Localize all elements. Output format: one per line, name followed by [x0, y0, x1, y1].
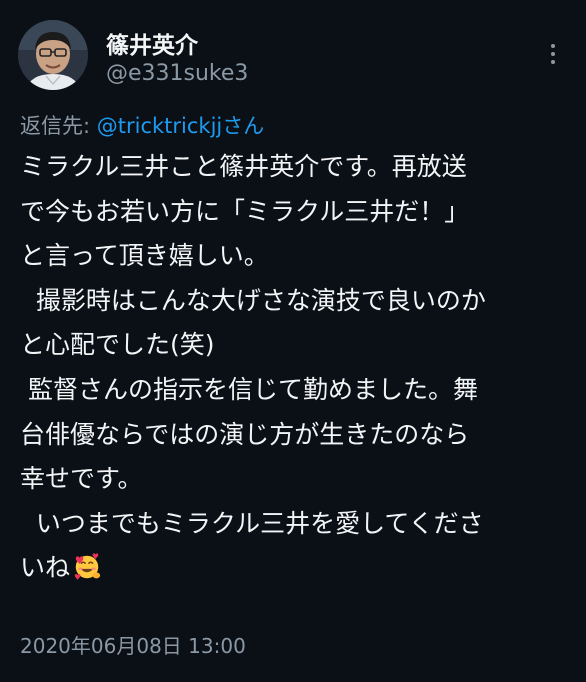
avatar[interactable]: [18, 20, 88, 90]
reply-to-label: 返信先:: [20, 114, 97, 138]
tweet-line-text: いね: [20, 553, 71, 583]
display-name[interactable]: 篠井英介: [106, 26, 198, 60]
more-options-button[interactable]: [540, 36, 566, 72]
tweet-card: 篠井英介 @e331suke3 返信先: @tricktrickjjさん ミラク…: [0, 0, 586, 682]
tweet-line: と心配でした(笑): [20, 330, 215, 360]
tweet-line: 幸せです。: [20, 464, 143, 494]
tweet-line: 台俳優ならではの演じ方が生きたのなら: [20, 419, 470, 449]
reply-mention-link[interactable]: @tricktrickjjさん: [97, 114, 265, 138]
smiling-face-with-hearts-icon: [74, 553, 101, 581]
tweet-line: ミラクル三井こと篠井英介です。再放送: [20, 152, 467, 181]
reply-to-line: 返信先: @tricktrickjjさん: [20, 110, 264, 140]
avatar-image: [18, 20, 88, 90]
tweet-line: 撮影時はこんな大げさな演技で良いのか: [20, 285, 486, 315]
reply-mention-suffix[interactable]: さん: [222, 114, 264, 138]
more-vertical-icon-dot: [551, 60, 555, 64]
tweet-text: ミラクル三井こと篠井英介です。再放送 で今もお若い方に「ミラクル三井だ！」 と言…: [20, 145, 580, 591]
more-vertical-icon: [551, 44, 555, 48]
tweet-line: で今もお若い方に「ミラクル三井だ！」: [20, 196, 470, 226]
user-handle[interactable]: @e331suke3: [106, 61, 248, 86]
tweet-line: いつまでもミラクル三井を愛してくださ: [20, 508, 484, 538]
reply-mention-handle[interactable]: @tricktrickjj: [97, 114, 223, 138]
tweet-timestamp[interactable]: 2020年06月08日 13:00: [20, 630, 246, 659]
more-vertical-icon-dot: [551, 52, 555, 56]
tweet-last-line: いね: [20, 546, 580, 591]
tweet-line: 監督さんの指示を信じて勤めました。舞: [20, 374, 478, 404]
tweet-line: と言って頂き嬉しい。: [20, 241, 269, 271]
